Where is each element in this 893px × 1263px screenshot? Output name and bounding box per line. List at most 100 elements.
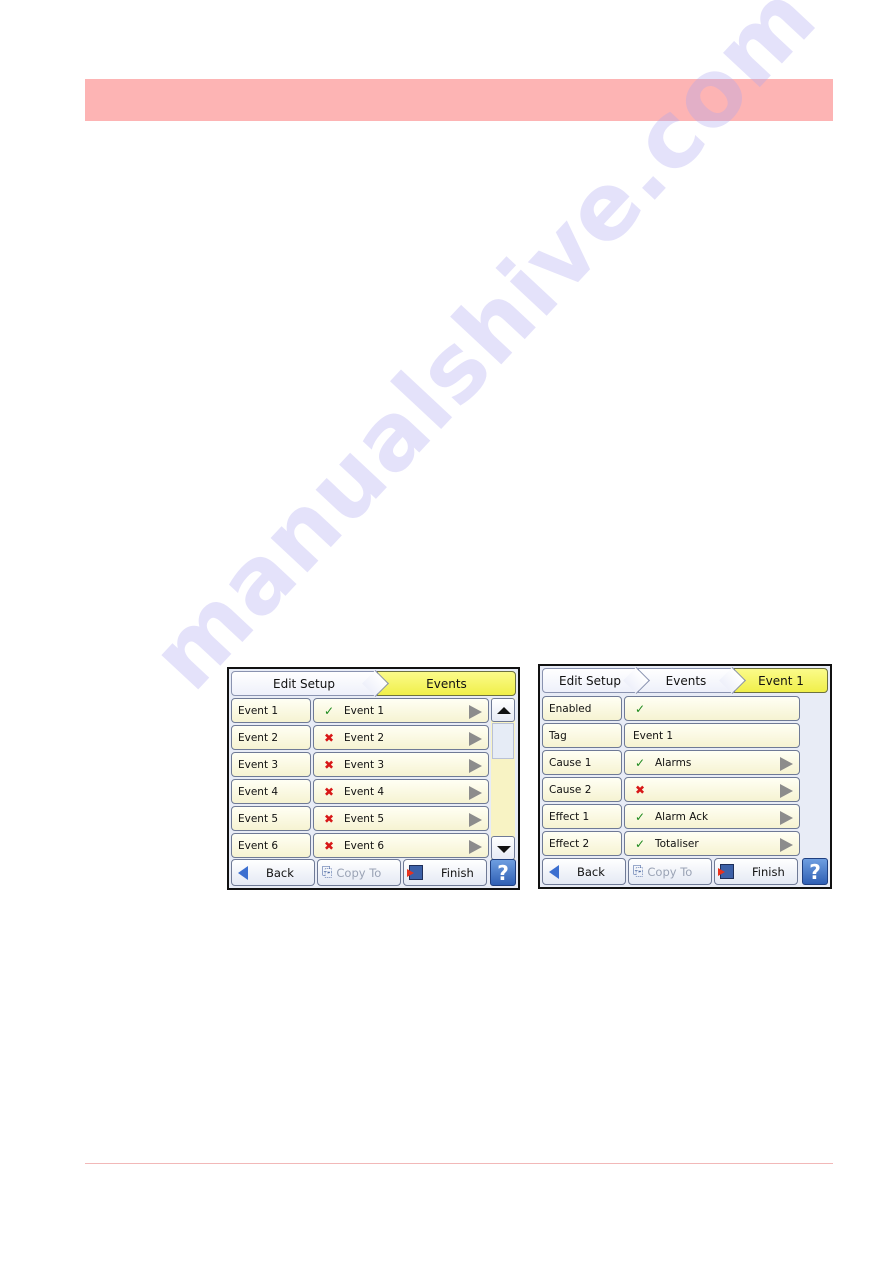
event-value-button[interactable]: ✖ Event 4	[313, 779, 489, 804]
back-label: Back	[266, 865, 294, 880]
breadcrumb-label: Event 1	[758, 673, 804, 688]
event-value-button[interactable]: ✖ Event 3	[313, 752, 489, 777]
breadcrumb-event-1[interactable]: Event 1	[734, 668, 828, 693]
scroll-up-button[interactable]	[491, 698, 515, 722]
breadcrumb-label: Edit Setup	[559, 673, 621, 688]
arrow-down-icon	[497, 846, 511, 853]
scroll-down-button[interactable]	[491, 836, 515, 860]
footer-toolbar: Back ⎘ Copy To Finish	[542, 858, 800, 885]
finish-label: Finish	[752, 864, 785, 879]
table-row: Effect 1 ✓ Alarm Ack	[542, 804, 800, 829]
copy-to-button[interactable]: ⎘ Copy To	[317, 859, 401, 886]
event-value-button[interactable]: ✖ Event 5	[313, 806, 489, 831]
breadcrumb: Edit Setup Events	[231, 670, 516, 697]
footer-divider	[85, 1163, 833, 1164]
cross-icon: ✖	[323, 784, 335, 799]
cause-1-value: Alarms	[655, 756, 692, 769]
cause-1-label-button[interactable]: Cause 1	[542, 750, 622, 775]
arrow-right-icon	[469, 786, 482, 800]
finish-button[interactable]: Finish	[714, 858, 798, 885]
table-row: Effect 2 ✓ Totaliser	[542, 831, 800, 856]
back-button[interactable]: Back	[542, 858, 626, 885]
event-detail-screen: Edit Setup Events Event 1 Enabled ✓ Tag …	[538, 664, 832, 889]
table-row: Event 4 ✖ Event 4	[231, 779, 489, 804]
cross-icon: ✖	[323, 730, 335, 745]
cross-icon: ✖	[634, 782, 646, 797]
event-label-button[interactable]: Event 4	[231, 779, 311, 804]
cause-1-button[interactable]: ✓ Alarms	[624, 750, 800, 775]
section-header-band	[85, 79, 833, 121]
back-arrow-icon	[549, 864, 559, 879]
exit-door-icon	[407, 865, 423, 880]
finish-button[interactable]: Finish	[403, 859, 487, 886]
event-value: Event 4	[344, 785, 385, 798]
watermark-text: manualshive.com	[130, 0, 837, 710]
table-row: Event 2 ✖ Event 2	[231, 725, 489, 750]
effect-1-label-button[interactable]: Effect 1	[542, 804, 622, 829]
tag-input[interactable]: Event 1	[624, 723, 800, 748]
check-icon: ✓	[634, 836, 646, 851]
check-icon: ✓	[634, 809, 646, 824]
breadcrumb-events[interactable]: Events	[638, 667, 746, 694]
breadcrumb-edit-setup[interactable]: Edit Setup	[231, 670, 389, 697]
enabled-toggle[interactable]: ✓	[624, 696, 800, 721]
event-label-button[interactable]: Event 1	[231, 698, 311, 723]
copy-to-label: Copy To	[336, 865, 382, 880]
table-row: Event 3 ✖ Event 3	[231, 752, 489, 777]
arrow-right-icon	[780, 811, 793, 825]
scrollbar[interactable]	[491, 698, 515, 860]
back-button[interactable]: Back	[231, 859, 315, 886]
table-row: Event 5 ✖ Event 5	[231, 806, 489, 831]
cross-icon: ✖	[323, 811, 335, 826]
copy-icon: ⎘	[322, 865, 333, 880]
finish-label: Finish	[441, 865, 474, 880]
arrow-right-icon	[780, 757, 793, 771]
event-value-button[interactable]: ✖ Event 2	[313, 725, 489, 750]
table-row: Cause 1 ✓ Alarms	[542, 750, 800, 775]
table-row: Cause 2 ✖	[542, 777, 800, 802]
footer-toolbar: Back ⎘ Copy To Finish	[231, 859, 489, 886]
event-label-button[interactable]: Event 2	[231, 725, 311, 750]
cause-2-button[interactable]: ✖	[624, 777, 800, 802]
tag-label-button[interactable]: Tag	[542, 723, 622, 748]
effect-2-label-button[interactable]: Effect 2	[542, 831, 622, 856]
help-button[interactable]: ?	[490, 859, 516, 886]
events-list-screen: Edit Setup Events Event 1 ✓ Event 1 Even…	[227, 667, 520, 890]
table-row: Enabled ✓	[542, 696, 800, 721]
check-icon: ✓	[634, 701, 646, 716]
effect-2-value: Totaliser	[655, 837, 699, 850]
copy-icon: ⎘	[633, 864, 644, 879]
scroll-thumb[interactable]	[492, 723, 514, 759]
breadcrumb-edit-setup[interactable]: Edit Setup	[542, 667, 650, 694]
enabled-label-button[interactable]: Enabled	[542, 696, 622, 721]
effect-1-value: Alarm Ack	[655, 810, 709, 823]
tag-value: Event 1	[633, 729, 674, 742]
copy-to-label: Copy To	[647, 864, 693, 879]
arrow-right-icon	[469, 759, 482, 773]
event-value: Event 6	[344, 839, 385, 852]
check-icon: ✓	[634, 755, 646, 770]
breadcrumb-label: Events	[426, 676, 467, 691]
event-label-button[interactable]: Event 3	[231, 752, 311, 777]
breadcrumb: Edit Setup Events Event 1	[542, 667, 828, 694]
event-value: Event 1	[344, 704, 385, 717]
cause-2-label-button[interactable]: Cause 2	[542, 777, 622, 802]
check-icon: ✓	[323, 703, 335, 718]
breadcrumb-events[interactable]: Events	[377, 671, 516, 696]
back-arrow-icon	[238, 865, 248, 880]
event-value: Event 2	[344, 731, 385, 744]
table-row: Event 1 ✓ Event 1	[231, 698, 489, 723]
arrow-right-icon	[469, 840, 482, 854]
arrow-right-icon	[469, 732, 482, 746]
event-label-button[interactable]: Event 6	[231, 833, 311, 858]
event-value-button[interactable]: ✖ Event 6	[313, 833, 489, 858]
effect-1-button[interactable]: ✓ Alarm Ack	[624, 804, 800, 829]
effect-2-button[interactable]: ✓ Totaliser	[624, 831, 800, 856]
event-label-button[interactable]: Event 5	[231, 806, 311, 831]
breadcrumb-label: Edit Setup	[273, 676, 335, 691]
event-value-button[interactable]: ✓ Event 1	[313, 698, 489, 723]
arrow-right-icon	[469, 705, 482, 719]
copy-to-button[interactable]: ⎘ Copy To	[628, 858, 712, 885]
help-button[interactable]: ?	[802, 858, 828, 885]
table-row: Tag Event 1	[542, 723, 800, 748]
